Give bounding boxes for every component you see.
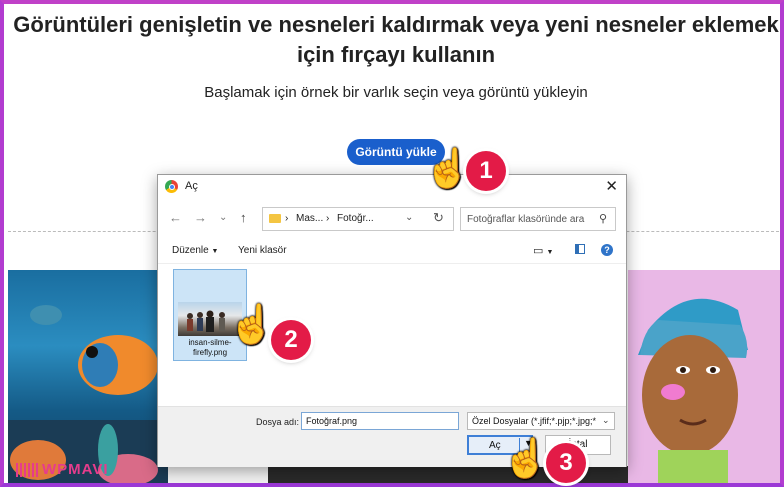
- hand-cursor-icon: ☝: [424, 148, 472, 190]
- forward-arrow-icon[interactable]: →: [194, 210, 207, 225]
- step-badge-3: 3: [546, 443, 586, 483]
- up-arrow-icon[interactable]: ↑: [240, 210, 247, 225]
- close-icon[interactable]: ✕: [605, 177, 618, 195]
- portrait-illustration: [628, 270, 780, 483]
- search-icon[interactable]: ⚲: [599, 212, 607, 225]
- open-button-label: Aç: [489, 440, 501, 451]
- sample-image-fish[interactable]: [8, 270, 168, 483]
- organize-label: Düzenle: [172, 245, 209, 256]
- refresh-icon[interactable]: ↻: [433, 210, 444, 226]
- dialog-toolbar: Düzenle ▼ Yeni klasör ▭ ▼ ?: [158, 241, 626, 264]
- preview-pane-icon[interactable]: [575, 244, 585, 254]
- breadcrumb-item[interactable]: Fotoğr...: [337, 213, 374, 224]
- watermark-logo-icon: [16, 463, 38, 477]
- chevron-down-icon[interactable]: ⌄: [405, 212, 413, 223]
- breadcrumb-separator: ›: [326, 213, 330, 224]
- filename-label: Dosya adı:: [256, 417, 300, 427]
- back-arrow-icon[interactable]: ←: [169, 210, 182, 225]
- fish-illustration: [8, 305, 168, 483]
- sample-image-portrait[interactable]: [628, 270, 780, 483]
- recent-locations-icon[interactable]: ⌄: [219, 212, 227, 223]
- view-options-icon[interactable]: ▭ ▼: [533, 244, 553, 257]
- dialog-title: Aç: [185, 180, 198, 192]
- chrome-icon: [165, 180, 178, 193]
- help-icon[interactable]: ?: [601, 244, 613, 256]
- search-placeholder: Fotoğraflar klasöründe ara: [467, 214, 585, 225]
- filetype-select[interactable]: Özel Dosyalar (*.jfif;*.pjp;*.jpg;*: [467, 412, 615, 430]
- page-subtitle: Başlamak için örnek bir varlık seçin vey…: [204, 84, 588, 101]
- folder-icon: [269, 214, 281, 223]
- watermark-text: WPMAVI: [42, 461, 109, 478]
- caret-down-icon: ▼: [211, 248, 219, 255]
- page-title: Görüntüleri genişletin ve nesneleri kald…: [13, 12, 779, 67]
- breadcrumb-separator: ›: [285, 213, 289, 224]
- step-badge-1: 1: [466, 151, 506, 191]
- address-bar[interactable]: › Mas... › Fotoğr... ⌄ ↻: [262, 207, 454, 231]
- hand-cursor-icon: ☝: [502, 438, 550, 480]
- organize-menu[interactable]: Düzenle ▼: [172, 245, 218, 256]
- chevron-down-icon: ⌄: [602, 415, 610, 425]
- dialog-titlebar: Aç ✕: [158, 175, 626, 199]
- new-folder-button[interactable]: Yeni klasör: [238, 245, 287, 256]
- step-badge-2: 2: [271, 320, 311, 360]
- breadcrumb-item[interactable]: Mas...: [296, 213, 323, 224]
- navigation-bar: ← → ⌄ ↑ › Mas... › Fotoğr... ⌄ ↻ Fotoğra…: [158, 205, 626, 233]
- search-field[interactable]: Fotoğraflar klasöründe ara ⚲: [460, 207, 616, 231]
- hand-cursor-icon: ☝: [228, 304, 276, 346]
- filename-input[interactable]: Fotoğraf.png: [301, 412, 459, 430]
- filetype-value: Özel Dosyalar (*.jfif;*.pjp;*.jpg;*: [472, 416, 597, 426]
- sample-image-strip-light: [168, 466, 268, 483]
